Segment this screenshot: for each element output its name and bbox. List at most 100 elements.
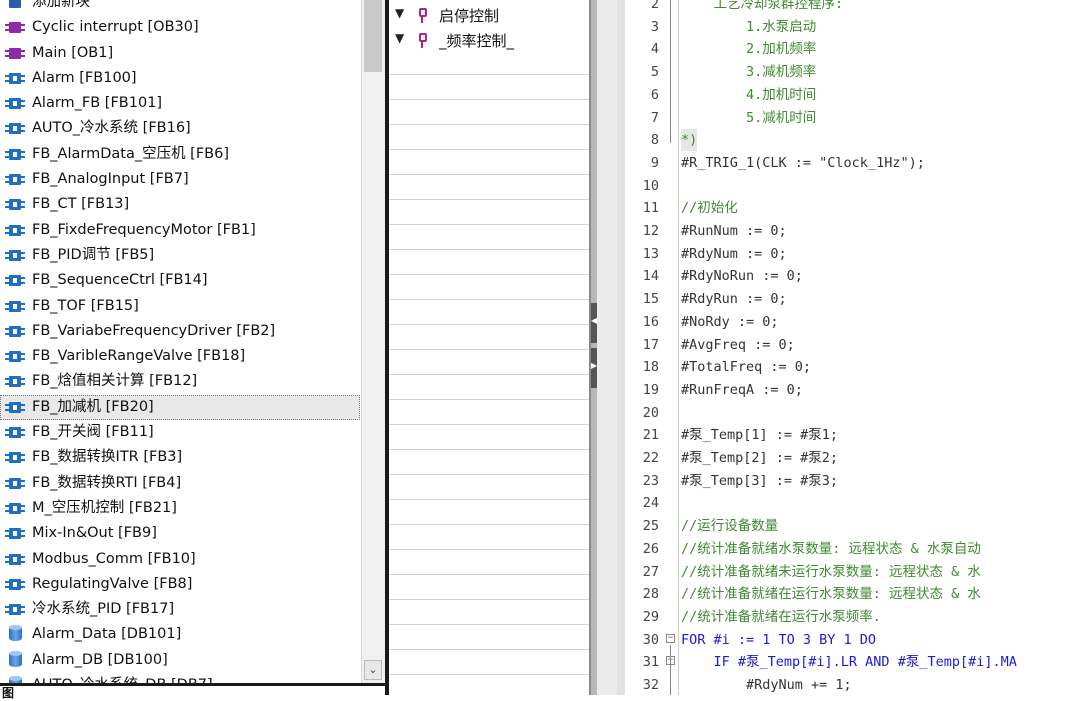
code-line[interactable]: 22 #泵_Temp[2] := #泵2; [625,447,1080,470]
code-line[interactable]: 20 [625,402,1080,425]
line-number: 31 [642,654,659,671]
code-line[interactable]: 7 5.减机时间 [625,107,1080,130]
tree-item-label: FB_CT [FB13] [32,196,130,213]
scl-code-editor[interactable]: 2 工艺冷却泵群控程序: 3 1.水泵启动 4 2.加机频率 5 3.减机频率 6 4.… [625,0,1080,695]
code-line[interactable]: 12 #RunNum := 0; [625,220,1080,243]
tree-item-label: Alarm_Data [DB101] [32,626,182,643]
code-text: //统计准备就绪未运行水泵数量: 远程状态 & 水 [681,563,981,580]
code-line[interactable]: 5 3.减机频率 [625,61,1080,84]
code-line[interactable]: 30− FOR #i := 1 TO 3 BY 1 DO [625,629,1080,652]
tree-item[interactable]: FB_AlarmData_空压机 [FB6] [0,142,360,167]
block-list: 添加新块 Cyclic interrupt [OB30] Main [OB1] Ala… [0,0,360,683]
tree-item[interactable]: Alarm_FB [FB101] [0,91,360,116]
code-text: IF #泵_Temp[#i].LR AND #泵_Temp[#i].MA [681,654,1017,671]
code-line[interactable]: 25 //运行设备数量 [625,515,1080,538]
code-line[interactable]: 11 //初始化 [625,197,1080,220]
network-label: _频率控制_ [439,32,515,50]
code-line[interactable]: 8 *) [625,129,1080,152]
code-line[interactable]: 32 #RdyNum += 1; [625,674,1080,695]
line-number: 30 [642,631,659,648]
tree-item[interactable]: FB_加减机 [FB20] [0,394,360,421]
code-line[interactable]: 29 //统计准备就绪在运行水泵频率. [625,606,1080,629]
code-line[interactable]: 2 工艺冷却泵群控程序: [625,0,1080,16]
code-line[interactable]: 17 #AvgFreq := 0; [625,334,1080,357]
tree-item[interactable]: RegulatingValve [FB8] [0,572,360,597]
tree-item[interactable]: Main [OB1] [0,41,360,66]
tree-item[interactable]: Alarm_DB [DB100] [0,648,360,673]
fold-guide [670,0,671,144]
tree-item[interactable]: Modbus_Comm [FB10] [0,547,360,572]
code-line[interactable]: 24 [625,492,1080,515]
tree-item[interactable]: Cyclic interrupt [OB30] [0,15,360,40]
code-line[interactable]: 18 #TotalFreq := 0; [625,356,1080,379]
code-line[interactable]: 15 #RdyRun := 0; [625,288,1080,311]
tree-item-label: FB_数据转换RTI [FB4] [32,474,182,491]
network-icon [417,8,427,23]
line-number: 2 [650,0,659,12]
code-line[interactable]: 14 #RdyNoRun := 0; [625,265,1080,288]
tree-item[interactable]: FB_AnalogInput [FB7] [0,167,360,192]
tree-item[interactable]: FB_数据转换ITR [FB3] [0,445,360,470]
network-label: 启停控制 [439,7,500,25]
fb-block-icon [5,122,25,135]
tree-item[interactable]: FB_FixdeFrequencyMotor [FB1] [0,218,360,243]
tree-item-label: 添加新块 [32,0,90,10]
code-line[interactable]: 27 //统计准备就绪未运行水泵数量: 远程状态 & 水 [625,561,1080,584]
tree-item[interactable]: FB_SequenceCtrl [FB14] [0,268,360,293]
tree-item[interactable]: AUTO_冷水系统 [FB16] [0,116,360,141]
code-text: #RdyNoRun := 0; [681,268,803,285]
fb-block-icon [5,274,25,287]
code-line[interactable]: 3 1.水泵启动 [625,16,1080,39]
code-line[interactable]: 4 2.加机频率 [625,38,1080,61]
tree-item[interactable]: FB_数据转换RTI [FB4] [0,471,360,496]
db-block-icon [5,650,25,667]
tree-item[interactable]: FB_VariabeFrequencyDriver [FB2] [0,319,360,344]
tree-item[interactable]: Alarm_Data [DB101] [0,622,360,647]
tree-scroll-thumb[interactable] [364,0,382,72]
code-line[interactable]: 16 #NoRdy := 0; [625,311,1080,334]
line-number: 19 [642,381,659,398]
code-line[interactable]: 9 #R_TRIG_1(CLK := "Clock_1Hz"); [625,152,1080,175]
tree-scrollbar[interactable]: ⌄ [361,0,385,683]
tree-item[interactable]: AUTO_冷水系统_DB [DB7] [0,673,360,683]
scroll-down-icon[interactable]: ⌄ [364,660,382,680]
tree-item[interactable]: Alarm [FB100] [0,66,360,91]
tree-item[interactable]: 冷水系统_PID [FB17] [0,597,360,622]
code-line[interactable]: 6 4.加机时间 [625,84,1080,107]
code-text: #RdyNum := 0; [681,245,787,262]
code-line[interactable]: 21 #泵_Temp[1] := #泵1; [625,424,1080,447]
line-number: 9 [650,154,659,171]
code-line[interactable]: 31− IF #泵_Temp[#i].LR AND #泵_Temp[#i].MA [625,651,1080,674]
fb-block-icon [5,553,25,566]
code-line[interactable]: 19 #RunFreqA := 0; [625,379,1080,402]
expand-arrow-icon[interactable]: ▼ [395,31,404,45]
tree-item[interactable]: FB_开关阀 [FB11] [0,420,360,445]
network-item[interactable]: ▼ _频率控制_ [389,28,589,52]
tree-item[interactable]: FB_焓值相关计算 [FB12] [0,369,360,394]
collapse-right-icon: ▶ [591,361,598,370]
tree-item-label: RegulatingValve [FB8] [32,575,193,592]
code-line[interactable]: 10 [625,175,1080,198]
code-line[interactable]: 26 //统计准备就绪水泵数量: 远程状态 & 水泵自动 [625,538,1080,561]
code-text: #TotalFreq := 0; [681,359,812,376]
network-item[interactable]: ▼ 启停控制 [389,3,589,27]
tree-item[interactable]: FB_TOF [FB15] [0,294,360,319]
line-number: 5 [650,64,659,81]
code-text: #RunNum := 0; [681,223,787,239]
fold-toggle-icon[interactable]: − [666,633,675,643]
code-line[interactable]: 28 //统计准备就绪在运行水泵数量: 远程状态 & 水 [625,583,1080,606]
fb-block-icon [5,224,25,237]
tree-item[interactable]: Mix-In&Out [FB9] [0,521,360,546]
line-number: 3 [650,18,659,35]
tree-item[interactable]: FB_PID调节 [FB5] [0,243,360,268]
tree-item[interactable]: FB_CT [FB13] [0,192,360,217]
expand-arrow-icon[interactable]: ▼ [395,6,404,20]
tree-item[interactable]: M_空压机控制 [FB21] [0,496,360,521]
code-text: *) [681,129,698,152]
code-line[interactable]: 23 #泵_Temp[3] := #泵3; [625,470,1080,493]
tree-item[interactable]: 添加新块 [0,0,360,15]
editor-splitter[interactable]: ◀ ▶ [589,0,625,695]
fb-block-icon [5,426,25,439]
code-line[interactable]: 13 #RdyNum := 0; [625,243,1080,266]
tree-item[interactable]: FB_VaribleRangeValve [FB18] [0,344,360,369]
